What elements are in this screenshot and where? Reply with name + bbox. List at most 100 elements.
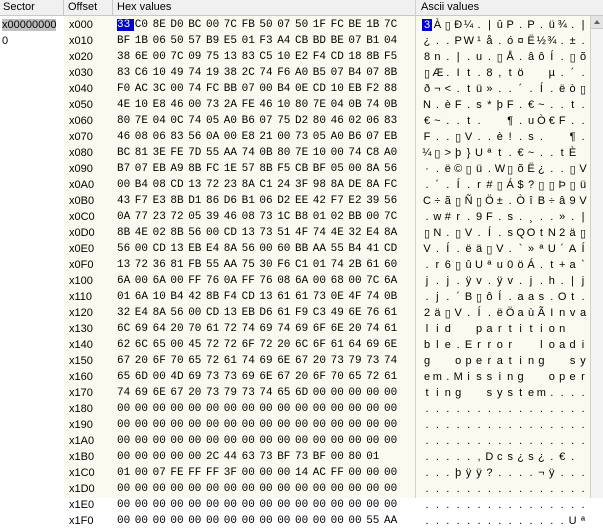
ascii-char[interactable]: . xyxy=(578,99,588,111)
hex-byte[interactable]: 7E xyxy=(295,147,312,159)
ascii-char[interactable]: . xyxy=(505,243,515,255)
ascii-char[interactable]: ü xyxy=(578,179,588,191)
hex-byte[interactable]: 10 xyxy=(153,291,170,303)
ascii-char[interactable]: V xyxy=(464,227,474,239)
hex-byte[interactable]: 10 xyxy=(135,99,152,111)
hex-byte[interactable]: 74 xyxy=(242,147,259,159)
ascii-char[interactable]: s xyxy=(505,451,515,463)
hex-byte[interactable]: 39 xyxy=(206,211,223,223)
ascii-char[interactable]: . xyxy=(516,403,526,415)
ascii-char[interactable]: . xyxy=(568,115,578,127)
hex-byte[interactable]: 74 xyxy=(348,147,365,159)
ascii-char[interactable]: * xyxy=(484,99,494,111)
hex-byte[interactable]: 60 xyxy=(277,243,294,255)
hex-byte[interactable]: 1B xyxy=(366,19,383,31)
hex-byte[interactable]: BC xyxy=(117,147,134,159)
ascii-char[interactable]: # xyxy=(443,211,453,223)
hex-byte[interactable]: 0A xyxy=(206,131,223,143)
hex-byte[interactable]: 41 xyxy=(366,243,383,255)
hex-byte[interactable]: 72 xyxy=(259,339,276,351)
ascii-char[interactable]: . xyxy=(568,419,578,431)
ascii-char[interactable]: ¬ xyxy=(432,83,442,95)
hex-byte[interactable]: 00 xyxy=(117,403,134,415)
sector-header[interactable]: Sector xyxy=(3,1,35,13)
hex-byte[interactable]: 23 xyxy=(224,179,241,191)
ascii-char[interactable]: u xyxy=(526,115,536,127)
ascii-char[interactable]: y xyxy=(495,387,505,399)
hex-byte[interactable]: 00 xyxy=(384,419,401,431)
ascii-char[interactable]: è xyxy=(443,99,453,111)
ascii-char[interactable]: € xyxy=(516,147,526,159)
ascii-char[interactable]: E xyxy=(464,339,474,351)
ascii-char[interactable]: . xyxy=(516,499,526,511)
ascii-char[interactable] xyxy=(547,131,557,143)
ascii-char[interactable]: . xyxy=(505,483,515,495)
hex-byte[interactable]: 18 xyxy=(348,51,365,63)
ascii-char[interactable]: i xyxy=(495,371,505,383)
hex-byte[interactable]: 05 xyxy=(313,131,330,143)
hex-byte[interactable]: 00 xyxy=(277,483,294,495)
hex-byte[interactable]: 00 xyxy=(259,243,276,255)
ascii-char[interactable]: . xyxy=(443,451,453,463)
ascii-char[interactable]: I xyxy=(453,67,463,79)
ascii-char[interactable]: s xyxy=(505,387,515,399)
hex-byte[interactable]: 00 xyxy=(348,403,365,415)
ascii-char[interactable]: ª xyxy=(484,147,494,159)
ascii-char[interactable]: . xyxy=(474,419,484,431)
ascii-char[interactable]: y xyxy=(578,355,588,367)
hex-byte[interactable]: A4 xyxy=(277,35,294,47)
hex-byte[interactable]: FC xyxy=(206,163,223,175)
hex-byte[interactable]: CD xyxy=(384,243,401,255)
hex-byte[interactable]: 00 xyxy=(366,467,383,479)
hex-byte[interactable]: 46 xyxy=(117,131,134,143)
ascii-char[interactable]: . xyxy=(474,403,484,415)
ascii-char[interactable]: ª xyxy=(536,243,546,255)
hex-byte[interactable]: 72 xyxy=(206,179,223,191)
ascii-char[interactable]: . xyxy=(432,483,442,495)
hex-byte[interactable]: 0B xyxy=(348,99,365,111)
ascii-char[interactable]: d xyxy=(568,339,578,351)
hex-byte[interactable]: 00 xyxy=(188,515,205,527)
hex-byte[interactable]: BF xyxy=(313,451,330,463)
ascii-char[interactable]: â xyxy=(526,51,536,63)
hex-byte[interactable]: 00 xyxy=(313,499,330,511)
hex-byte[interactable]: 74 xyxy=(259,387,276,399)
hex-byte[interactable]: 01 xyxy=(117,467,134,479)
ascii-char[interactable]: V xyxy=(578,195,588,207)
hex-byte[interactable]: 6A xyxy=(384,275,401,287)
ascii-char[interactable]: g xyxy=(536,355,546,367)
ascii-char[interactable]: . xyxy=(443,483,453,495)
hex-byte[interactable]: FE xyxy=(242,99,259,111)
hex-byte[interactable]: C3 xyxy=(313,307,330,319)
hex-byte[interactable]: 74 xyxy=(331,259,348,271)
hex-byte[interactable]: EB xyxy=(153,163,170,175)
hex-byte[interactable]: 00 xyxy=(331,403,348,415)
hex-byte[interactable]: 00 xyxy=(135,515,152,527)
hex-byte[interactable]: CD xyxy=(206,307,223,319)
ascii-char[interactable]: . xyxy=(505,403,515,415)
hex-byte[interactable]: 81 xyxy=(170,259,187,271)
hex-byte[interactable]: CD xyxy=(153,243,170,255)
hex-byte[interactable]: 75 xyxy=(277,115,294,127)
hex-byte[interactable]: B1 xyxy=(366,35,383,47)
hex-byte[interactable]: 72 xyxy=(206,339,223,351)
ascii-char[interactable]: ´ xyxy=(453,291,463,303)
ascii-char[interactable]: . xyxy=(568,19,578,31)
hex-byte[interactable]: 56 xyxy=(170,307,187,319)
ascii-char[interactable] xyxy=(568,323,578,335)
ascii-char[interactable]: . xyxy=(453,243,463,255)
ascii-char[interactable]: Ñ xyxy=(464,195,474,207)
ascii-char[interactable]: . xyxy=(536,211,546,223)
hex-byte[interactable]: D2 xyxy=(295,115,312,127)
ascii-char[interactable]: . xyxy=(474,131,484,143)
hex-byte[interactable]: 06 xyxy=(366,115,383,127)
hex-byte[interactable]: 86 xyxy=(206,195,223,207)
hex-byte[interactable]: 76 xyxy=(366,307,383,319)
hex-byte[interactable]: 64 xyxy=(348,339,365,351)
ascii-char[interactable]: . xyxy=(536,275,546,287)
hex-byte[interactable]: 00 xyxy=(188,451,205,463)
hex-byte[interactable]: 7D xyxy=(188,147,205,159)
hex-byte[interactable]: 00 xyxy=(348,435,365,447)
hex-byte[interactable]: 61 xyxy=(295,291,312,303)
hex-byte[interactable]: 00 xyxy=(135,435,152,447)
